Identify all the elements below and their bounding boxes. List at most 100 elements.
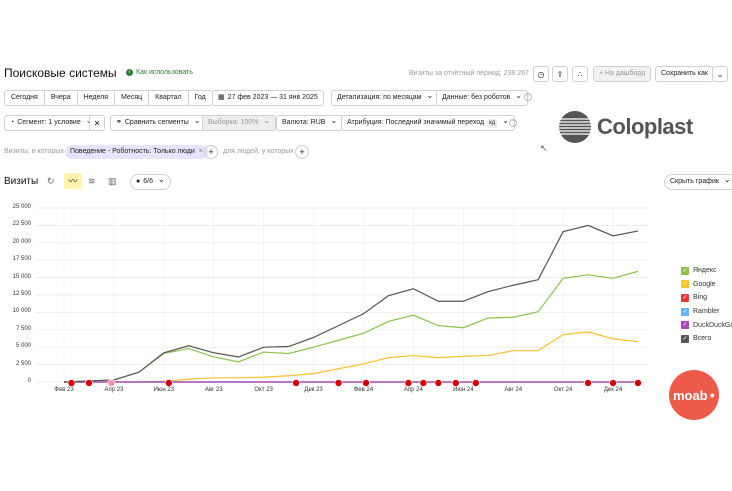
coloplast-wordmark: Coloplast <box>597 114 693 139</box>
annotation-marker[interactable] <box>471 379 480 387</box>
period-quarter[interactable]: Квартал <box>149 91 189 105</box>
hide-chart-label: Скрыть график <box>670 178 719 185</box>
y-tick-label: 17 500 <box>12 256 31 263</box>
segment-label: Сегмент: 1 условие <box>17 119 81 126</box>
coloplast-logo-mark <box>559 111 591 143</box>
checkbox-icon[interactable]: ✓ <box>681 293 689 302</box>
series-line-0 <box>63 270 639 383</box>
series-count-dropdown[interactable]: ● 6/6 <box>130 174 171 190</box>
help-icon[interactable]: ? <box>509 119 517 127</box>
chevron-down-icon[interactable]: ⌄ <box>712 66 728 82</box>
annotation-marker[interactable] <box>362 379 370 387</box>
y-tick-label: 5 000 <box>15 343 31 350</box>
annotation-marker[interactable] <box>107 379 116 387</box>
y-tick-label: 15 000 <box>12 273 31 280</box>
save-as-button[interactable]: Сохранить как <box>655 66 714 82</box>
clock-icon[interactable]: ◷ <box>533 66 549 82</box>
x-tick-label: Авг 23 <box>204 387 223 393</box>
annotation-marker[interactable] <box>67 379 76 387</box>
sample-label: Выборка: 100% <box>208 119 259 126</box>
annotation-marker[interactable] <box>404 379 413 387</box>
add-filter-button[interactable]: + <box>295 145 309 159</box>
segments-icon[interactable]: ∴ <box>572 66 588 82</box>
annotation-marker[interactable] <box>584 379 592 387</box>
legend-item[interactable]: ✓ Яндекс <box>681 264 732 278</box>
filter-chip-label: Поведение - Роботность: Только люди <box>70 148 195 155</box>
period-week[interactable]: Неделя <box>77 91 116 105</box>
checkbox-icon[interactable]: ✓ <box>681 334 689 343</box>
chart-title: Визиты <box>4 176 39 187</box>
annotation-marker[interactable] <box>452 379 460 387</box>
how-to-use-link[interactable]: i Как использовать <box>126 69 193 76</box>
chart-legend: ✓ Яндекс ✓ Google ✓ Bing ✓ Rambler ✓ DuckDuckGo ✓ В… <box>681 264 732 346</box>
y-tick-label: 0 <box>27 378 31 384</box>
x-tick-label: Фев 23 <box>54 387 74 393</box>
add-filter-button[interactable]: + <box>204 145 218 159</box>
x-tick-label: Авг 24 <box>504 387 523 393</box>
currency-dropdown[interactable]: Валюта: RUB <box>276 115 344 131</box>
date-range-button[interactable]: ▦ 27 фев 2023 — 31 янв 2025 <box>212 90 324 106</box>
annotation-marker[interactable] <box>434 379 443 387</box>
page-title: Поисковые системы <box>4 66 117 80</box>
compare-label: Сравнить сегменты <box>124 119 189 126</box>
legend-item[interactable]: ✓ Всего <box>681 332 732 346</box>
period-today[interactable]: Сегодня <box>5 91 45 105</box>
legend-label: Bing <box>693 294 708 302</box>
detail-dropdown[interactable]: Детализация: по месяцам <box>331 90 440 106</box>
y-tick-label: 20 000 <box>12 238 31 245</box>
hide-chart-button[interactable]: Скрыть график <box>664 174 732 190</box>
period-month[interactable]: Месяц <box>115 91 150 105</box>
sample-dropdown[interactable]: Выборка: 100% <box>202 115 277 131</box>
detail-label: Детализация: по месяцам <box>337 94 422 101</box>
x-tick-label: Июн 23 <box>153 387 175 393</box>
to-dashboard-button[interactable]: + На дашборд <box>593 66 652 82</box>
x-tick-label: Апр 23 <box>104 387 124 393</box>
filter-prefix: Визиты, в которых <box>4 148 64 155</box>
attribution-dropdown[interactable]: Атрибуция: Последний значимый переход кд <box>341 115 515 131</box>
checkbox-icon[interactable]: ✓ <box>681 321 689 330</box>
checkbox-icon[interactable]: ✓ <box>681 266 689 275</box>
series-line-5 <box>63 224 639 383</box>
y-tick-label: 10 000 <box>12 308 31 315</box>
currency-label: Валюта: RUB <box>282 119 326 126</box>
annotation-marker[interactable] <box>85 379 93 387</box>
close-icon[interactable]: × <box>199 145 203 159</box>
period-yesterday[interactable]: Вчера <box>44 91 78 105</box>
how-to-use-label: Как использовать <box>136 69 193 76</box>
filter-chip[interactable]: Поведение - Роботность: Только люди × <box>65 145 208 159</box>
bar-chart-icon[interactable]: ▥ <box>108 176 117 187</box>
checkbox-icon[interactable]: ✓ <box>681 280 689 289</box>
period-year[interactable]: Год <box>188 91 212 105</box>
close-icon[interactable]: ✕ <box>89 115 105 131</box>
annotation-marker[interactable] <box>419 379 428 387</box>
info-icon: i <box>126 69 133 76</box>
segment-dropdown[interactable]: ◔ Сегмент: 1 условие <box>4 115 99 131</box>
legend-item[interactable]: ✓ Google <box>681 278 732 292</box>
moab-wordmark: moab <box>672 387 708 403</box>
refresh-icon[interactable]: ↻ <box>47 176 55 187</box>
attribution-label: Атрибуция: Последний значимый переход <box>347 119 485 126</box>
data-dropdown[interactable]: Данные: без роботов <box>436 90 528 106</box>
line-chart-icon[interactable]: 〰 <box>64 173 82 189</box>
area-chart-icon[interactable]: ≋ <box>88 176 96 187</box>
y-tick-label: 25 000 <box>12 204 31 210</box>
legend-item[interactable]: ✓ DuckDuckGo <box>681 318 732 332</box>
checkbox-icon[interactable]: ✓ <box>681 307 689 316</box>
chat-icon: ● <box>136 178 141 185</box>
moab-logo: moab ● <box>669 370 719 420</box>
share-icon[interactable]: ⇪ <box>552 66 568 82</box>
annotation-marker[interactable] <box>292 379 300 387</box>
compare-segments-dropdown[interactable]: ⚭ Сравнить сегменты <box>110 115 207 131</box>
annotation-marker[interactable] <box>334 379 343 387</box>
legend-label: DuckDuckGo <box>693 321 732 329</box>
calendar-icon: ▦ <box>218 94 225 101</box>
x-tick-label: Июн 24 <box>453 387 474 393</box>
annotation-marker[interactable] <box>165 379 173 387</box>
annotation-marker[interactable] <box>609 379 617 387</box>
x-tick-label: Окт 23 <box>254 387 273 393</box>
help-icon[interactable]: ? <box>524 93 532 101</box>
legend-item[interactable]: ✓ Bing <box>681 291 732 305</box>
annotation-marker[interactable] <box>634 379 642 387</box>
pie-icon: ◔ <box>10 119 15 126</box>
legend-item[interactable]: ✓ Rambler <box>681 305 732 319</box>
